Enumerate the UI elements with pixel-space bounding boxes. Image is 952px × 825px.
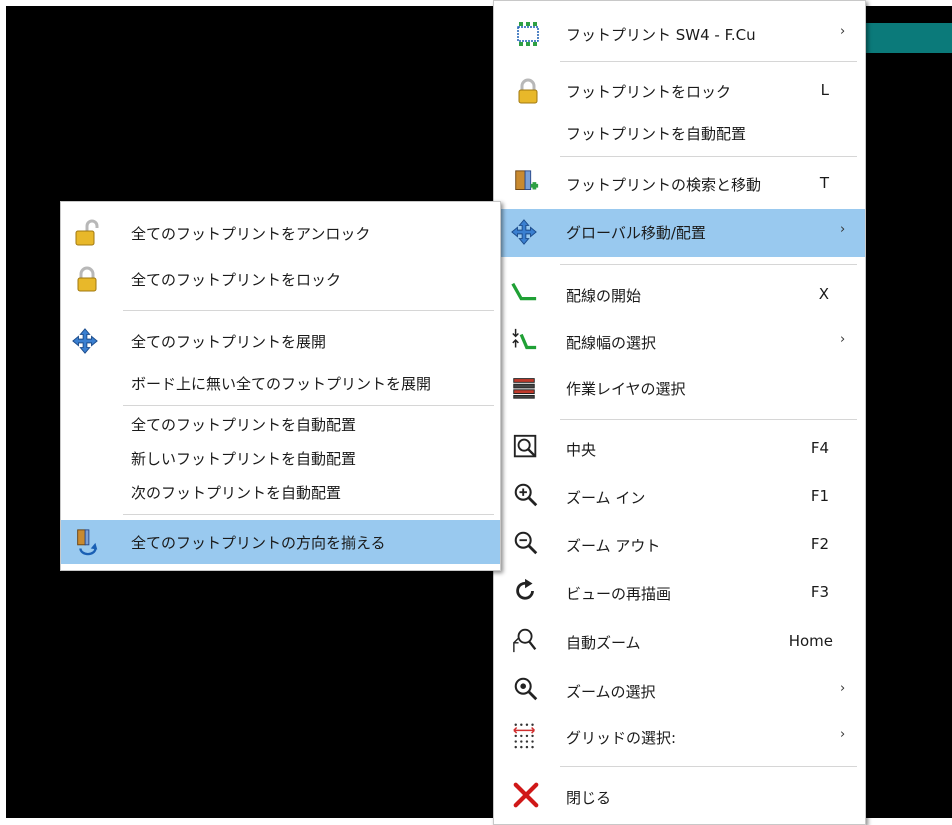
menu-item-label: 閉じる: [566, 789, 612, 807]
zoom-center-icon: [512, 433, 540, 461]
shortcut-label: F1: [810, 487, 829, 505]
zoom-select-icon: [512, 675, 540, 703]
submenu-item-autoplace-new[interactable]: 新しいフットプリントを自動配置: [61, 442, 500, 474]
submenu-item-label: 全てのフットプリントをロック: [131, 271, 342, 289]
move-arrows-icon: [510, 218, 538, 246]
submenu-arrow-icon: ›: [840, 681, 846, 696]
move-arrows-icon: [71, 327, 99, 355]
shortcut-label: F4: [810, 439, 829, 457]
menu-item-label: グローバル移動/配置: [566, 224, 706, 242]
menu-item-label: ズームの選択: [566, 683, 656, 701]
submenu-arrow-icon: ›: [840, 24, 846, 39]
menu-item-close[interactable]: 閉じる: [494, 773, 865, 819]
submenu-item-orient-all[interactable]: 全てのフットプリントの方向を揃える: [61, 520, 500, 564]
menu-item-zoom-select[interactable]: ズームの選択 ›: [494, 669, 865, 713]
menu-item-label: フットプリントを自動配置: [566, 125, 747, 143]
menu-item-grid-select[interactable]: グリッドの選択: ›: [494, 715, 865, 759]
menu-item-footprint-sw4[interactable]: フットプリント SW4 - F.Cu ›: [494, 15, 865, 53]
global-move-submenu: 全てのフットプリントをアンロック 全てのフットプリントをロック 全てのフットプリ…: [60, 201, 501, 571]
menu-separator: [560, 419, 857, 420]
footprint-icon: [514, 20, 542, 48]
grid-icon: [512, 721, 540, 749]
menu-item-label: 配線の開始: [566, 287, 642, 305]
menu-separator: [560, 61, 857, 62]
submenu-item-spread-all[interactable]: 全てのフットプリントを展開: [61, 320, 500, 362]
menu-item-route-track[interactable]: 配線の開始 X: [494, 274, 865, 316]
submenu-item-spread-offboard[interactable]: ボード上に無い全てのフットプリントを展開: [61, 364, 500, 402]
submenu-item-label: 新しいフットプリントを自動配置: [131, 450, 357, 468]
submenu-item-label: 全てのフットプリントをアンロック: [131, 225, 371, 243]
menu-item-label: フットプリント SW4 - F.Cu: [566, 26, 756, 44]
redraw-icon: [512, 577, 540, 605]
shortcut-label: L: [820, 81, 829, 99]
shortcut-label: F2: [810, 535, 829, 553]
menu-separator: [123, 310, 494, 311]
menu-item-global-move[interactable]: グローバル移動/配置 ›: [494, 209, 865, 257]
menu-item-zoom-in[interactable]: ズーム イン F1: [494, 475, 865, 519]
shortcut-label: F3: [810, 583, 829, 601]
submenu-item-label: 次のフットプリントを自動配置: [131, 484, 342, 502]
menu-item-label: フットプリントをロック: [566, 83, 732, 101]
submenu-item-label: 全てのフットプリントを展開: [131, 333, 327, 351]
menu-item-track-width[interactable]: 配線幅の選択 ›: [494, 321, 865, 363]
submenu-item-label: ボード上に無い全てのフットプリントを展開: [131, 375, 432, 393]
submenu-item-autoplace-next[interactable]: 次のフットプリントを自動配置: [61, 476, 500, 508]
submenu-arrow-icon: ›: [840, 222, 846, 237]
submenu-arrow-icon: ›: [840, 332, 846, 347]
zoom-in-icon: [512, 481, 540, 509]
menu-item-label: 配線幅の選択: [566, 334, 657, 352]
menu-item-label: ビューの再描画: [566, 585, 672, 603]
toolbar-strip: [866, 23, 952, 53]
layers-icon: [510, 373, 538, 401]
menu-item-zoom-fit[interactable]: 自動ズーム Home: [494, 619, 865, 665]
shortcut-label: Home: [788, 632, 833, 650]
unlock-icon: [73, 219, 101, 247]
menu-separator: [560, 156, 857, 157]
submenu-item-autoplace-all[interactable]: 全てのフットプリントを自動配置: [61, 408, 500, 440]
menu-item-label: 中央: [566, 441, 597, 459]
close-icon: [512, 781, 540, 809]
menu-separator: [560, 766, 857, 767]
menu-item-zoom-center[interactable]: 中央 F4: [494, 427, 865, 471]
menu-item-label: フットプリントの検索と移動: [566, 176, 762, 194]
shortcut-label: X: [818, 285, 829, 303]
submenu-item-lock-all[interactable]: 全てのフットプリントをロック: [61, 258, 500, 300]
menu-item-redraw[interactable]: ビューの再描画 F3: [494, 571, 865, 615]
menu-separator: [123, 514, 494, 515]
menu-item-lock-footprint[interactable]: フットプリントをロック L: [494, 73, 865, 109]
route-track-icon: [510, 280, 538, 308]
context-menu: フットプリント SW4 - F.Cu › フットプリントをロック L フットプリ…: [493, 0, 866, 825]
menu-item-label: ズーム アウト: [566, 537, 661, 555]
track-width-icon: [510, 327, 538, 355]
find-move-icon: [512, 169, 540, 197]
menu-item-label: ズーム イン: [566, 489, 646, 507]
lock-icon: [514, 77, 542, 105]
menu-item-select-layer[interactable]: 作業レイヤの選択: [494, 367, 865, 409]
menu-item-label: 自動ズーム: [566, 634, 641, 652]
lock-icon: [73, 265, 101, 293]
menu-item-autoplace-footprint[interactable]: フットプリントを自動配置: [494, 115, 865, 151]
menu-separator: [560, 264, 857, 265]
shortcut-label: T: [819, 174, 829, 192]
menu-separator: [123, 405, 494, 406]
zoom-out-icon: [512, 529, 540, 557]
menu-item-find-move[interactable]: フットプリントの検索と移動 T: [494, 164, 865, 204]
submenu-item-label: 全てのフットプリントを自動配置: [131, 416, 357, 434]
submenu-item-label: 全てのフットプリントの方向を揃える: [131, 534, 386, 552]
menu-item-label: グリッドの選択:: [566, 729, 677, 747]
menu-item-zoom-out[interactable]: ズーム アウト F2: [494, 523, 865, 567]
submenu-item-unlock-all[interactable]: 全てのフットプリントをアンロック: [61, 212, 500, 254]
menu-item-label: 作業レイヤの選択: [566, 380, 686, 398]
orient-icon: [73, 528, 101, 556]
submenu-arrow-icon: ›: [840, 727, 846, 742]
zoom-fit-icon: [512, 626, 540, 654]
